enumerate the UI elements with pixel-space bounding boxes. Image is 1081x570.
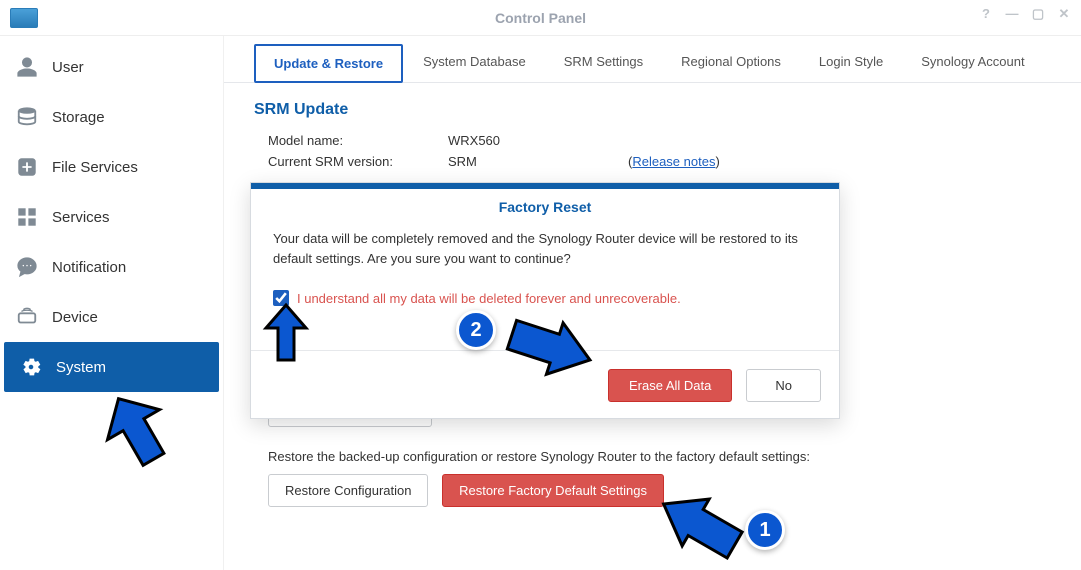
chat-icon: [16, 256, 38, 278]
help-icon[interactable]: ?: [977, 6, 995, 22]
sidebar-item-device[interactable]: Device: [0, 292, 223, 342]
storage-icon: [16, 106, 38, 128]
minimize-icon[interactable]: —: [1003, 6, 1021, 22]
confirm-checkbox-label: I understand all my data will be deleted…: [297, 291, 681, 306]
user-icon: [16, 56, 38, 78]
text-restore-info: Restore the backed-up configuration or r…: [268, 449, 1051, 464]
tab-synology-account[interactable]: Synology Account: [903, 44, 1042, 82]
sidebar-item-file-services[interactable]: File Services: [0, 142, 223, 192]
sidebar-item-label: Device: [52, 309, 98, 326]
value-model: WRX560: [448, 133, 628, 148]
sidebar-item-label: Notification: [52, 259, 126, 276]
tab-regional-options[interactable]: Regional Options: [663, 44, 799, 82]
titlebar: Control Panel ? — ▢ ✕: [0, 0, 1081, 36]
grid-icon: [16, 206, 38, 228]
window-controls: ? — ▢ ✕: [977, 6, 1073, 22]
erase-all-data-button[interactable]: Erase All Data: [608, 369, 732, 402]
sidebar-item-storage[interactable]: Storage: [0, 92, 223, 142]
tab-update-restore[interactable]: Update & Restore: [254, 44, 403, 83]
tab-login-style[interactable]: Login Style: [801, 44, 901, 82]
row-version: Current SRM version: SRM (Release notes): [268, 154, 1051, 169]
share-icon: [16, 156, 38, 178]
sidebar-item-notification[interactable]: Notification: [0, 242, 223, 292]
sidebar-item-label: User: [52, 59, 84, 76]
no-button[interactable]: No: [746, 369, 821, 402]
label-version: Current SRM version:: [268, 154, 448, 169]
sidebar-item-services[interactable]: Services: [0, 192, 223, 242]
sidebar-item-label: System: [56, 359, 106, 376]
sidebar-item-user[interactable]: User: [0, 42, 223, 92]
row-model: Model name: WRX560: [268, 133, 1051, 148]
sidebar-item-label: File Services: [52, 159, 138, 176]
window-title: Control Panel: [0, 10, 1081, 26]
sidebar-item-system[interactable]: System: [4, 342, 219, 392]
tab-srm-settings[interactable]: SRM Settings: [546, 44, 661, 82]
restore-factory-button[interactable]: Restore Factory Default Settings: [442, 474, 664, 507]
modal-body: Your data will be completely removed and…: [251, 225, 839, 280]
section-title-update: SRM Update: [254, 101, 1051, 119]
sidebar: User Storage File Services Services Noti…: [0, 36, 224, 570]
tab-system-database[interactable]: System Database: [405, 44, 544, 82]
confirm-checkbox[interactable]: [273, 290, 289, 306]
modal-separator: [251, 350, 839, 351]
restore-config-button[interactable]: Restore Configuration: [268, 474, 428, 507]
gear-icon: [20, 356, 42, 378]
modal-title: Factory Reset: [251, 189, 839, 225]
device-icon: [16, 306, 38, 328]
label-model: Model name:: [268, 133, 448, 148]
sidebar-item-label: Services: [52, 209, 110, 226]
maximize-icon[interactable]: ▢: [1029, 6, 1047, 22]
app-icon: [10, 8, 38, 28]
factory-reset-modal: Factory Reset Your data will be complete…: [250, 182, 840, 419]
close-icon[interactable]: ✕: [1055, 6, 1073, 22]
sidebar-item-label: Storage: [52, 109, 105, 126]
value-version: SRM: [448, 154, 628, 169]
tabs: Update & Restore System Database SRM Set…: [224, 36, 1081, 83]
link-release-notes[interactable]: Release notes: [632, 154, 715, 169]
